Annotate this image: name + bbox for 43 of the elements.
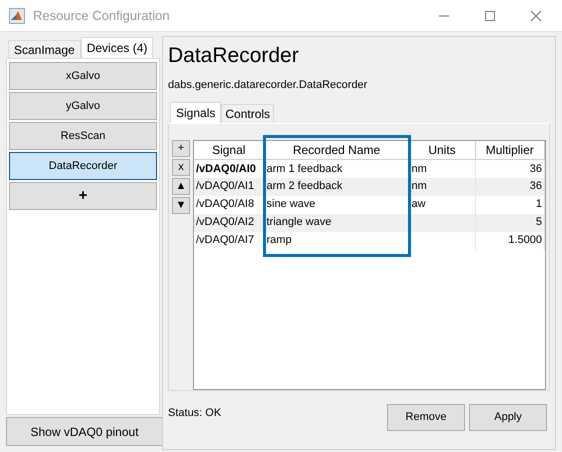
- tab[interactable]: Controls: [221, 104, 274, 122]
- tab[interactable]: ScanImage: [8, 40, 81, 58]
- device-button[interactable]: DataRecorder: [9, 152, 157, 180]
- column-header[interactable]: Multiplier: [475, 140, 544, 160]
- row-button[interactable]: +: [172, 140, 190, 156]
- maximize-icon[interactable]: [484, 10, 496, 22]
- table-cell: 5: [536, 216, 542, 228]
- class-name: dabs.generic.datarecorder.DataRecorder: [168, 78, 368, 93]
- table-cell: arm 2 feedback: [266, 180, 342, 192]
- table-cell: sine wave: [266, 198, 316, 210]
- device-button[interactable]: xGalvo: [9, 62, 157, 90]
- row-button[interactable]: ▼: [172, 196, 190, 214]
- table-cell: arm 1 feedback: [266, 162, 342, 174]
- table-cell: 36: [530, 162, 542, 174]
- row-button[interactable]: ▲: [172, 178, 190, 194]
- table-cell: aw: [412, 198, 426, 210]
- column-header[interactable]: Units: [409, 140, 475, 160]
- window-title: Resource Configuration: [33, 6, 170, 25]
- row-button[interactable]: x: [172, 158, 190, 176]
- action-button[interactable]: Remove: [387, 404, 465, 430]
- device-title: DataRecorder: [168, 43, 300, 69]
- table-cell: /vDAQ0/AI2: [196, 216, 254, 228]
- table-cell: 36: [530, 180, 542, 192]
- device-button[interactable]: ResScan: [9, 122, 157, 150]
- app-icon: [9, 8, 25, 24]
- add-device-button[interactable]: +: [9, 182, 157, 210]
- table-cell: /vDAQ0/AI7: [196, 234, 254, 246]
- table-cell: /vDAQ0/AI8: [196, 198, 254, 210]
- table-cell: 1: [536, 198, 542, 210]
- table-cell: nm: [412, 162, 427, 174]
- status-text: Status: OK: [168, 406, 222, 421]
- device-button[interactable]: yGalvo: [9, 92, 157, 120]
- table-cell: /vDAQ0/AI0: [196, 162, 256, 174]
- table-cell: nm: [412, 180, 427, 192]
- table-cell: triangle wave: [266, 216, 332, 228]
- close-icon[interactable]: [530, 10, 542, 22]
- tab[interactable]: Signals: [170, 102, 222, 122]
- pinout-button[interactable]: Show vDAQ0 pinout: [6, 417, 163, 446]
- action-button[interactable]: Apply: [469, 404, 547, 430]
- table-cell: /vDAQ0/AI1: [196, 180, 254, 192]
- tab[interactable]: Devices (4): [80, 37, 154, 58]
- table-cell: ramp: [266, 234, 292, 246]
- table-cell: 1.5000: [508, 234, 542, 246]
